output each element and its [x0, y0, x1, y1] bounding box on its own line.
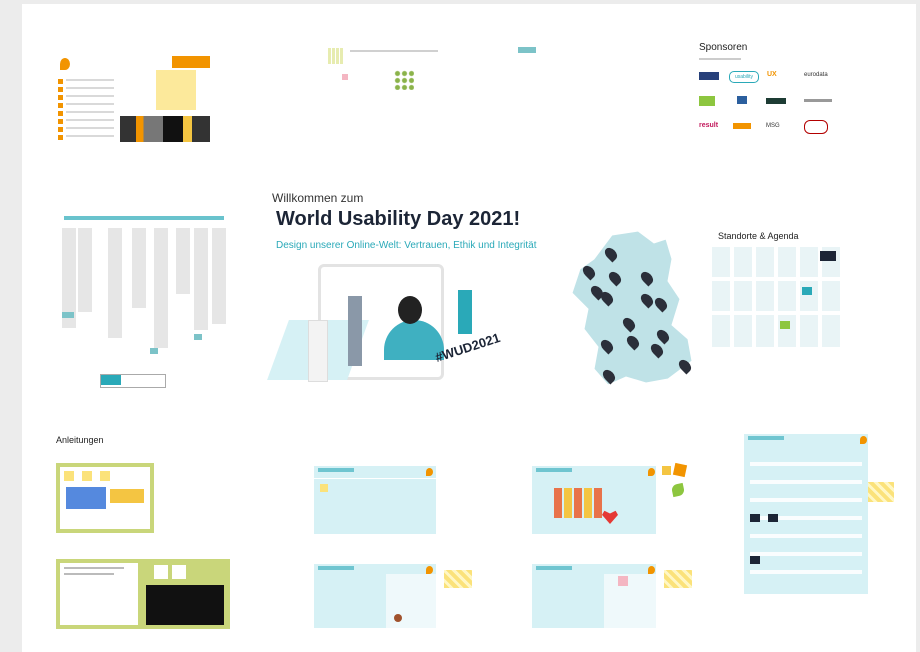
pink-sticky: [342, 74, 348, 80]
intro-flyer-board[interactable]: [56, 56, 210, 142]
schedule-board[interactable]: [46, 216, 226, 366]
orange-sticky[interactable]: [662, 466, 671, 475]
orange-sticky[interactable]: [672, 462, 688, 478]
cluster-dots: [394, 70, 414, 90]
cyan-board-1[interactable]: [314, 466, 436, 534]
instruction-board-2[interactable]: [56, 559, 230, 629]
yellow-sticky-cluster[interactable]: [664, 570, 692, 588]
flyer-logo: [60, 58, 70, 70]
whiteboard-canvas[interactable]: Sponsoren usability UX eurodata result M…: [22, 4, 916, 652]
cyan-board-2[interactable]: [532, 466, 656, 534]
sponsors-subline: [699, 58, 741, 60]
sponsor-logo-eurodata[interactable]: eurodata: [804, 72, 828, 78]
welcome-pre-title: Willkommen zum: [272, 191, 364, 205]
sponsor-logo-bluecross[interactable]: [737, 96, 747, 104]
flyer-photos: [120, 116, 210, 142]
sponsor-logo-orange[interactable]: [733, 123, 751, 129]
schedule-highlight: [194, 334, 202, 340]
grid-icon: [328, 48, 344, 64]
board-logo-icon: [648, 566, 655, 574]
cyan-board-4[interactable]: [532, 564, 656, 628]
yellow-sticky-cluster[interactable]: [868, 482, 894, 502]
welcome-illustration: [267, 260, 508, 388]
board-logo-icon: [426, 566, 433, 574]
sponsor-logo-circle[interactable]: [804, 120, 828, 134]
flyer-sticky-notes: [156, 70, 196, 110]
schedule-column: [78, 228, 92, 312]
board-logo-icon: [648, 468, 655, 476]
schedule-highlight: [150, 348, 158, 354]
locations-grid[interactable]: [712, 247, 840, 347]
sponsors-heading: Sponsoren: [699, 42, 748, 53]
sponsor-logo-ux[interactable]: UX: [767, 71, 777, 78]
yellow-sticky-cluster[interactable]: [444, 570, 472, 588]
sponsor-logo-text[interactable]: [804, 99, 832, 102]
flyer-lines: [66, 76, 114, 142]
sponsor-logo-1[interactable]: [699, 72, 719, 80]
germany-map[interactable]: [568, 229, 698, 391]
instruction-board-1[interactable]: [56, 463, 154, 533]
heart-icon: [602, 510, 618, 524]
sponsor-logo-usability[interactable]: usability: [729, 71, 759, 83]
top-mini-board[interactable]: [328, 46, 438, 92]
schedule-column: [108, 228, 122, 338]
sponsor-logo-result[interactable]: result: [699, 122, 718, 129]
instructions-heading: Anleitungen: [56, 435, 104, 445]
teal-button[interactable]: [518, 47, 536, 53]
large-activity-board[interactable]: [744, 434, 868, 594]
schedule-column: [132, 228, 146, 308]
schedule-column: [194, 228, 208, 330]
flyer-orange-banner: [172, 56, 210, 68]
sponsor-logo-msg[interactable]: MSG: [766, 123, 780, 129]
locations-heading: Standorte & Agenda: [718, 231, 799, 241]
welcome-subtitle: Design unserer Online-Welt: Vertrauen, E…: [276, 240, 537, 251]
schedule-header: [64, 216, 224, 220]
schedule-column: [154, 228, 168, 348]
board-logo-icon: [426, 468, 433, 476]
schedule-note[interactable]: [100, 374, 166, 388]
sponsor-logo-green[interactable]: [699, 96, 715, 106]
schedule-column: [212, 228, 226, 324]
cyan-board-3[interactable]: [314, 564, 436, 628]
board-logo-icon: [860, 436, 867, 444]
sponsor-logo-dark[interactable]: [766, 98, 786, 104]
welcome-title: World Usability Day 2021!: [276, 208, 521, 230]
green-sticky[interactable]: [670, 482, 686, 498]
header-bar: [350, 50, 438, 52]
schedule-highlight: [62, 312, 74, 318]
schedule-column: [176, 228, 190, 294]
